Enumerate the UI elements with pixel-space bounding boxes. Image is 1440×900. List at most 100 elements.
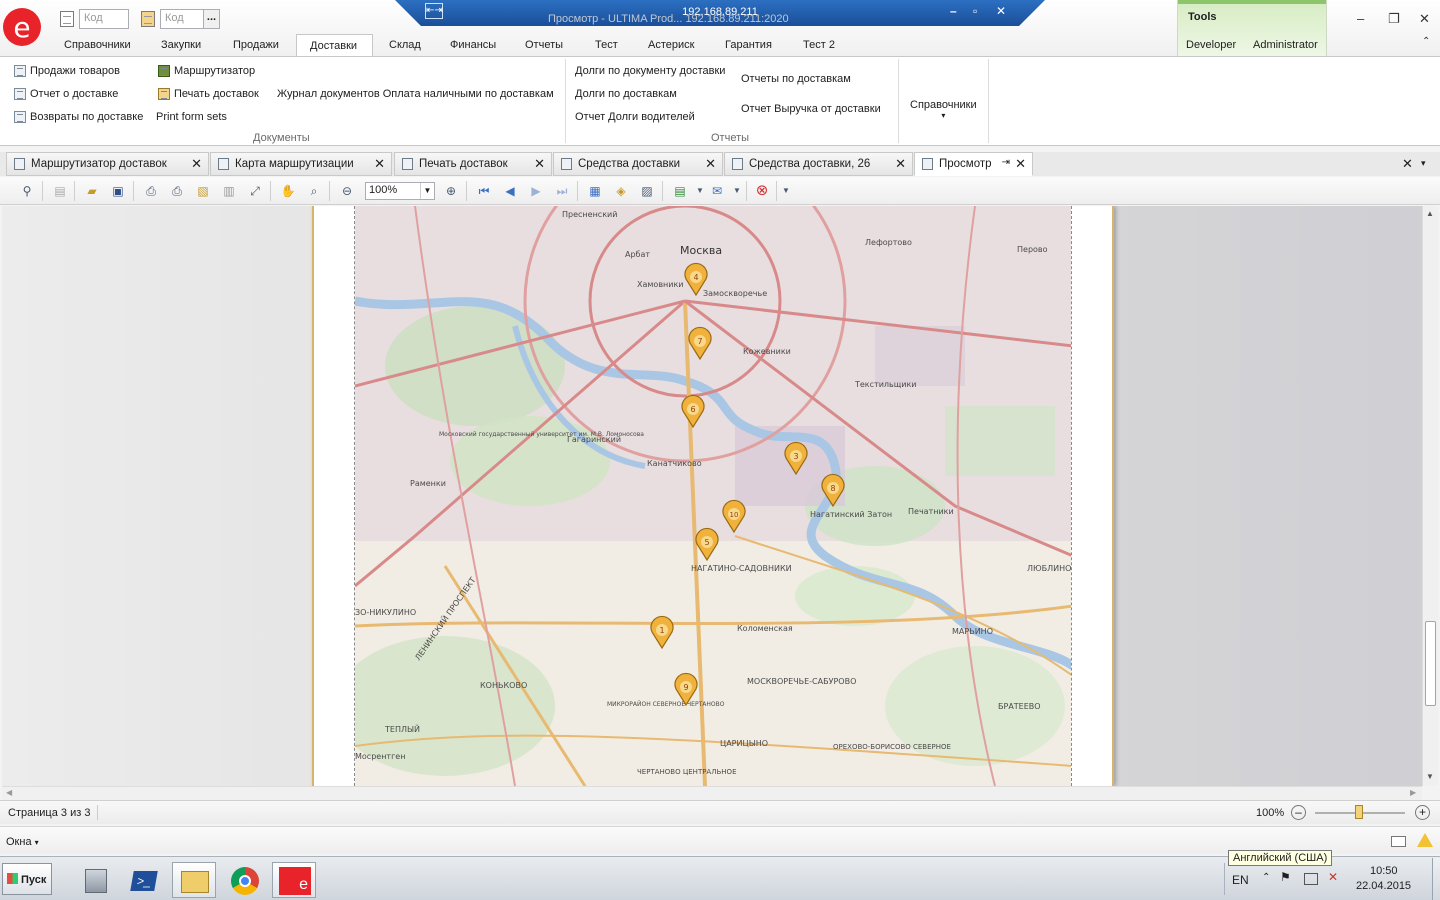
horizontal-scrollbar[interactable]: ◀ ▶ (2, 786, 1422, 800)
more-button[interactable]: ... (203, 9, 220, 29)
tab-asterisk[interactable]: Астериск (648, 34, 694, 56)
router-button[interactable]: Маршрутизатор (158, 65, 255, 77)
multiple-pages-icon[interactable]: ▦ (586, 182, 604, 200)
file-explorer-icon[interactable] (172, 862, 216, 898)
magnifier-icon[interactable]: ⌕ (305, 182, 323, 200)
scroll-right-icon[interactable]: ▶ (1410, 788, 1416, 797)
hand-tool-icon[interactable]: ✋ (279, 182, 297, 200)
tab-dostavki[interactable]: Доставки (296, 34, 373, 57)
chevron-down-icon[interactable]: ▼ (728, 182, 746, 200)
vertical-scrollbar[interactable]: ▲ ▼ (1422, 206, 1438, 786)
tab-developer[interactable]: Developer (1186, 34, 1236, 56)
close-icon[interactable]: ✕ (374, 156, 385, 172)
rdp-minimize-icon[interactable]: – (950, 4, 957, 18)
first-page-icon[interactable]: ⏮ (475, 182, 493, 200)
code-input-1[interactable]: Код (79, 9, 129, 29)
send-email-icon[interactable]: ✉ (708, 182, 726, 200)
debts-by-document-button[interactable]: Долги по документу доставки (575, 65, 725, 77)
cash-payments-journal-button[interactable]: Журнал документов Оплата наличными по до… (277, 88, 554, 100)
save-icon[interactable]: ▣ (109, 182, 127, 200)
scroll-thumb[interactable] (1425, 621, 1436, 706)
show-hidden-icons[interactable]: ⌃ (1262, 872, 1270, 883)
scale-icon[interactable]: ⤢ (246, 182, 264, 200)
document-icon[interactable] (60, 11, 74, 27)
zoom-select[interactable]: 100% ▼ (365, 182, 435, 200)
doc-tab-print-deliveries[interactable]: Печать доставок ✕ (394, 152, 552, 176)
chevron-down-icon[interactable]: ▼ (420, 183, 434, 199)
document-view[interactable]: Пресненский Москва Арбат Хамовники Замос… (2, 206, 1422, 786)
print-deliveries-button[interactable]: Печать доставок (158, 88, 259, 100)
scroll-down-icon[interactable]: ▼ (1426, 772, 1434, 781)
scroll-left-icon[interactable]: ◀ (6, 788, 12, 797)
zoom-in-icon[interactable]: ⊕ (442, 182, 460, 200)
rdp-close-icon[interactable]: ✕ (996, 4, 1006, 18)
tab-zakupki[interactable]: Закупки (161, 34, 201, 56)
zoom-slider-thumb[interactable] (1355, 805, 1363, 819)
watermark-icon[interactable]: ▨ (638, 182, 656, 200)
delivery-reports-button[interactable]: Отчеты по доставкам (741, 73, 851, 85)
close-all-icon[interactable]: ✕ (1402, 156, 1413, 172)
chevron-down-icon[interactable]: ▼ (777, 182, 795, 200)
scroll-up-icon[interactable]: ▲ (1426, 209, 1434, 218)
restore-icon[interactable]: ❐ (1388, 11, 1400, 27)
print-dialog-icon[interactable]: ⎙ (142, 182, 160, 200)
page-setup-icon[interactable]: ▧ (194, 182, 212, 200)
close-icon[interactable]: ✕ (534, 156, 545, 172)
tab-garantiya[interactable]: Гарантия (725, 34, 772, 56)
code-input-2[interactable]: Код (160, 9, 204, 29)
doc-tab-delivery-means[interactable]: Средства доставки ✕ (553, 152, 723, 176)
delivery-report-button[interactable]: Отчет о доставке (14, 88, 118, 100)
open-icon[interactable]: ▰ (83, 182, 101, 200)
language-indicator[interactable]: EN (1232, 873, 1249, 887)
chevron-down-icon[interactable]: ▼ (691, 182, 709, 200)
chrome-icon[interactable] (222, 862, 266, 898)
tabs-menu-icon[interactable]: ▾ (1421, 158, 1426, 169)
background-color-icon[interactable]: ◈ (612, 182, 630, 200)
doc-tab-preview[interactable]: Просмотр ⇥ ✕ (914, 152, 1033, 176)
volume-muted-icon[interactable]: ✕ (1328, 870, 1342, 884)
clock-time[interactable]: 10:50 (1370, 865, 1398, 877)
last-page-icon[interactable]: ⏭ (553, 182, 571, 200)
tab-prodazhi[interactable]: Продажи (233, 34, 279, 56)
ultima-app-icon[interactable]: e (272, 862, 316, 898)
mail-icon[interactable] (1391, 836, 1406, 847)
tab-otchety[interactable]: Отчеты (525, 34, 563, 56)
tab-administrator[interactable]: Administrator (1253, 34, 1318, 56)
close-icon[interactable]: ✕ (705, 156, 716, 172)
debts-by-deliveries-button[interactable]: Долги по доставкам (575, 88, 677, 100)
show-desktop-button[interactable] (1432, 858, 1440, 900)
zoom-out-icon[interactable]: ⊖ (338, 182, 356, 200)
tab-test[interactable]: Тест (595, 34, 618, 56)
close-icon[interactable]: ✕ (1419, 11, 1430, 27)
start-button[interactable]: Пуск (2, 863, 52, 895)
tab-finansy[interactable]: Финансы (450, 34, 496, 56)
network-icon[interactable] (1304, 873, 1318, 885)
print-form-sets-button[interactable]: Print form sets (156, 111, 227, 123)
next-page-icon[interactable]: ▶ (527, 182, 545, 200)
doc-tab-router[interactable]: Маршрутизатор доставок ✕ (6, 152, 209, 176)
references-dropdown[interactable]: Справочники ▾ (910, 99, 977, 120)
tab-test2[interactable]: Тест 2 (803, 34, 835, 56)
export-icon[interactable]: ▤ (671, 182, 689, 200)
clock-date[interactable]: 22.04.2015 (1356, 880, 1411, 892)
zoom-out-icon[interactable]: – (1291, 805, 1306, 820)
pin-icon[interactable]: ⇥ (1002, 157, 1010, 168)
drivers-debts-report-button[interactable]: Отчет Долги водителей (575, 111, 695, 123)
close-icon[interactable]: ✕ (895, 156, 906, 172)
document-map-icon[interactable]: ▤ (51, 182, 69, 200)
zoom-in-icon[interactable]: + (1415, 805, 1430, 820)
server-manager-icon[interactable] (74, 862, 118, 898)
powershell-icon[interactable]: >_ (122, 862, 166, 898)
folder-icon[interactable] (141, 11, 155, 27)
doc-tab-routing-map[interactable]: Карта маршрутизации ✕ (210, 152, 392, 176)
binoculars-icon[interactable]: ⚲ (18, 182, 36, 200)
flag-icon[interactable]: ⚑ (1280, 870, 1294, 884)
header-footer-icon[interactable]: ▥ (220, 182, 238, 200)
tab-spravochniki[interactable]: Справочники (64, 34, 131, 56)
doc-tab-delivery-means-26[interactable]: Средства доставки, 26 ✕ (724, 152, 913, 176)
rdp-restore-icon[interactable]: ▫ (973, 4, 977, 18)
app-logo[interactable]: e (3, 8, 41, 46)
close-icon[interactable]: ✕ (191, 156, 202, 172)
tab-sklad[interactable]: Склад (389, 34, 421, 56)
warning-icon[interactable] (1417, 833, 1433, 847)
